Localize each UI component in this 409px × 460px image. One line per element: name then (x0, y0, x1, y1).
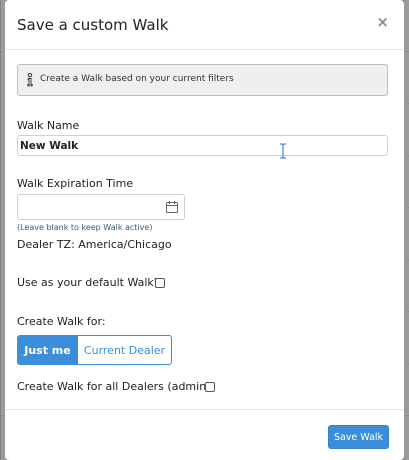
current-dealer-button[interactable]: Current Dealer (78, 335, 172, 365)
default-walk-checkbox[interactable] (155, 278, 165, 288)
modal-footer: Save Walk (5, 409, 404, 460)
expiration-label: Walk Expiration Time (17, 177, 134, 190)
all-dealers-label: Create Walk for all Dealers (admin) (17, 380, 211, 393)
create-for-toggle-group: Just me Current Dealer (17, 335, 172, 365)
just-me-button[interactable]: Just me (17, 335, 78, 365)
save-walk-modal: Save a custom Walk × Create a Walk based… (5, 0, 404, 460)
save-walk-button[interactable]: Save Walk (328, 425, 389, 449)
info-banner: Create a Walk based on your current filt… (17, 64, 388, 96)
expiration-hint: (Leave blank to keep Walk active) (17, 223, 153, 232)
modal-title: Save a custom Walk (17, 16, 169, 34)
expiration-date-input[interactable] (17, 194, 185, 220)
info-text: Create a Walk based on your current filt… (40, 74, 234, 84)
all-dealers-checkbox[interactable] (205, 382, 215, 392)
text-cursor-icon (280, 143, 286, 159)
dealer-timezone: Dealer TZ: America/Chicago (17, 238, 172, 251)
walk-name-label: Walk Name (17, 119, 80, 132)
info-icon (27, 73, 33, 87)
close-button[interactable]: × (376, 15, 389, 30)
default-walk-label: Use as your default Walk? (17, 276, 160, 289)
create-for-label: Create Walk for: (17, 315, 106, 328)
modal-header: Save a custom Walk × (5, 0, 404, 50)
calendar-icon[interactable] (166, 201, 178, 213)
walk-name-input[interactable] (17, 135, 388, 156)
